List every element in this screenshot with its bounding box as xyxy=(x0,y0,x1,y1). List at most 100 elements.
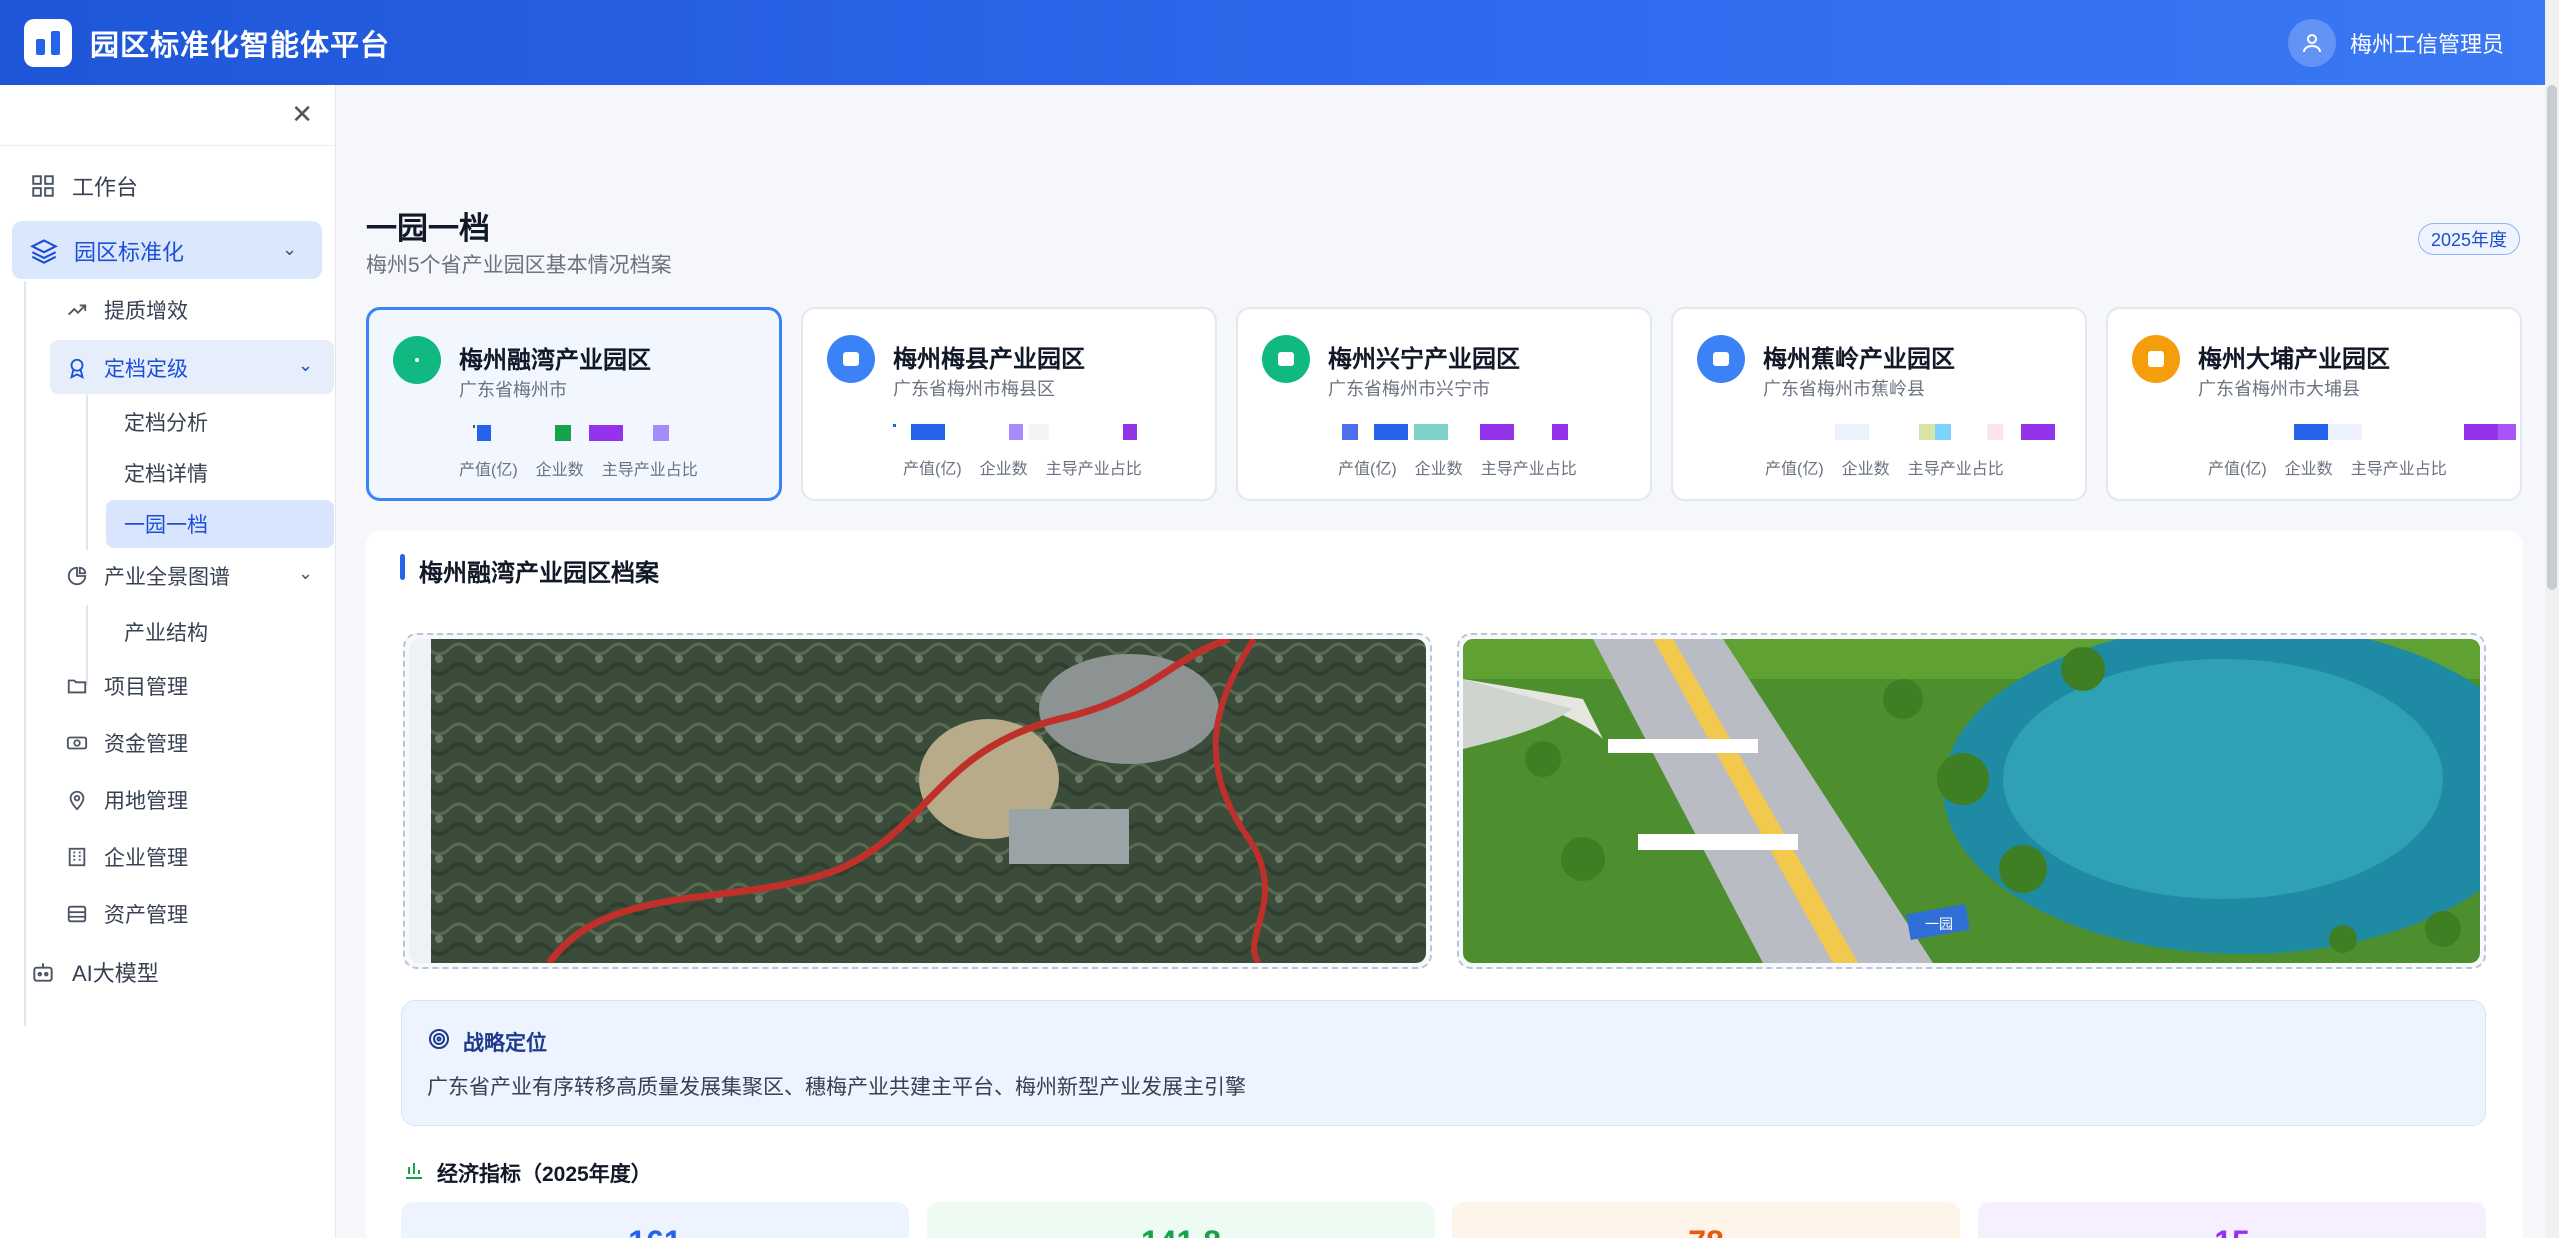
sidebar-item-industry-structure[interactable]: 产业结构 xyxy=(124,617,208,647)
map-pin-icon xyxy=(69,790,85,811)
trend-up-icon xyxy=(68,304,87,316)
app-logo-icon[interactable] xyxy=(24,18,72,67)
stat-label-output: 产值(亿) xyxy=(459,462,518,479)
sidebar-item-quality[interactable]: 提质增效 xyxy=(66,295,188,325)
metric-value: 15 xyxy=(1978,1224,2486,1238)
tree-line xyxy=(24,281,26,1026)
sidebar-item-land[interactable]: 用地管理 xyxy=(66,785,188,815)
aerial-photo-image: 一园 xyxy=(1463,639,2480,963)
park-icon xyxy=(1262,335,1310,383)
sidebar-divider xyxy=(0,145,335,146)
year-badge: 2025年度 xyxy=(2418,223,2521,255)
chevron-up-icon[interactable]: ⌄ xyxy=(282,239,297,260)
park-location: 广东省梅州市大埔县 xyxy=(2198,379,2360,399)
chevron-down-icon[interactable]: ⌄ xyxy=(298,355,313,376)
park-stat-labels: 产值(亿) 企业数 主导产业占比 xyxy=(1338,455,1577,479)
sidebar-item-label: AI大模型 xyxy=(72,961,159,986)
stat-label-companies: 企业数 xyxy=(2284,461,2333,478)
money-icon xyxy=(66,736,88,750)
chevron-down-icon[interactable]: ⌄ xyxy=(298,563,313,584)
park-icon xyxy=(393,336,441,384)
park-stat-labels: 产值(亿) 企业数 主导产业占比 xyxy=(903,455,1142,479)
stat-label-companies: 企业数 xyxy=(1414,461,1463,478)
pie-chart-icon xyxy=(67,566,87,586)
stat-label-companies: 企业数 xyxy=(979,461,1028,478)
park-name: 梅州大埔产业园区 xyxy=(2198,346,2390,373)
grid-icon xyxy=(32,175,54,197)
sidebar-item-label: 资金管理 xyxy=(104,733,188,756)
robot-icon xyxy=(33,963,53,982)
sidebar-item-label: 工作台 xyxy=(72,175,139,200)
strategy-title: 战略定位 xyxy=(463,1032,547,1055)
economic-title: 经济指标（2025年度） xyxy=(437,1163,652,1186)
sidebar-item-label: 项目管理 xyxy=(104,676,188,699)
building-icon xyxy=(68,847,86,867)
sidebar-item-label: 一园一档 xyxy=(124,514,208,537)
park-card[interactable]: 梅州梅县产业园区 广东省梅州市梅县区 产值(亿) 企业数 主导产业占比 xyxy=(801,307,1217,501)
sidebar-item-assets[interactable]: 资产管理 xyxy=(66,899,188,929)
park-stat-bars xyxy=(459,425,759,443)
app-title: 园区标准化智能体平台 xyxy=(90,29,391,62)
park-stat-bars xyxy=(1763,424,2063,442)
sidebar-item-label: 定档详情 xyxy=(124,463,208,486)
sidebar-item-label: 产业结构 xyxy=(124,622,208,645)
park-location: 广东省梅州市 xyxy=(459,380,567,400)
stat-label-ratio: 主导产业占比 xyxy=(1907,461,2004,478)
park-card[interactable]: 梅州大埔产业园区 广东省梅州市大埔县 产值(亿) 企业数 主导产业占比 xyxy=(2106,307,2522,501)
metric-value: 78 xyxy=(1452,1224,1960,1238)
park-icon xyxy=(1697,335,1745,383)
sidebar-item-industry-map[interactable]: 产业全景图谱 xyxy=(66,561,230,591)
sidebar-item-label: 定档分析 xyxy=(124,412,208,435)
park-card[interactable]: 梅州融湾产业园区 广东省梅州市 产值(亿) 企业数 主导产业占比 xyxy=(366,307,782,501)
top-bar: 园区标准化智能体平台 梅州工信管理员 xyxy=(0,0,2559,85)
sidebar-item-rating-detail[interactable]: 定档详情 xyxy=(124,458,208,488)
stat-label-ratio: 主导产业占比 xyxy=(601,462,698,479)
section-accent-bar xyxy=(400,554,405,580)
park-stat-bars xyxy=(893,424,1193,442)
sidebar-item-label: 资产管理 xyxy=(104,904,188,927)
park-name: 梅州蕉岭产业园区 xyxy=(1763,346,1955,373)
strategy-box xyxy=(401,1000,2486,1126)
sidebar-item-rating[interactable]: 定档定级 xyxy=(66,353,188,383)
park-card[interactable]: 梅州蕉岭产业园区 广东省梅州市蕉岭县 产值(亿) 企业数 主导产业占比 xyxy=(1671,307,2087,501)
tree-line xyxy=(86,395,88,550)
sidebar-item-funds[interactable]: 资金管理 xyxy=(66,728,188,758)
park-name: 梅州融湾产业园区 xyxy=(459,347,651,374)
park-icon xyxy=(2132,335,2180,383)
sidebar-item-label: 用地管理 xyxy=(104,790,188,813)
layers-icon xyxy=(30,239,58,264)
user-name: 梅州工信管理员 xyxy=(2349,31,2504,57)
park-card[interactable]: 梅州兴宁产业园区 广东省梅州市兴宁市 产值(亿) 企业数 主导产业占比 xyxy=(1236,307,1652,501)
sidebar-item-rating-analysis[interactable]: 定档分析 xyxy=(124,407,208,437)
sidebar-item-projects[interactable]: 项目管理 xyxy=(66,671,188,701)
close-icon[interactable]: ✕ xyxy=(291,101,313,127)
sidebar: ✕ 工作台 园区标准化 ⌄ 提质增效 定档定级 ⌄ 定档分析 定档详情 一园一档… xyxy=(0,85,336,1238)
page-title: 一园一档 xyxy=(366,211,490,246)
park-location: 广东省梅州市蕉岭县 xyxy=(1763,379,1925,399)
stat-label-ratio: 主导产业占比 xyxy=(1045,461,1142,478)
archive-title: 梅州融湾产业园区档案 xyxy=(419,560,659,587)
stat-label-companies: 企业数 xyxy=(535,462,584,479)
park-icon xyxy=(827,335,875,383)
satellite-map-image xyxy=(409,639,1426,963)
sidebar-item-label: 定档定级 xyxy=(104,358,188,381)
sidebar-item-one-park-one-file[interactable]: 一园一档 xyxy=(124,509,208,539)
scrollbar-thumb[interactable] xyxy=(2547,85,2557,590)
park-name: 梅州兴宁产业园区 xyxy=(1328,346,1520,373)
strategy-text: 广东省产业有序转移高质量发展集聚区、穗梅产业共建主平台、梅州新型产业发展主引擎 xyxy=(427,1076,1246,1099)
metric-value: 141.8 xyxy=(927,1224,1435,1238)
sidebar-item-ai-model[interactable]: AI大模型 xyxy=(30,956,159,988)
sidebar-item-workbench[interactable]: 工作台 xyxy=(30,170,138,202)
park-stat-labels: 产值(亿) 企业数 主导产业占比 xyxy=(2208,455,2447,479)
sidebar-item-park-standardization[interactable]: 园区标准化 xyxy=(30,235,184,267)
park-name: 梅州梅县产业园区 xyxy=(893,346,1085,373)
stat-label-ratio: 主导产业占比 xyxy=(2350,461,2447,478)
sidebar-item-label: 提质增效 xyxy=(104,300,188,323)
user-menu[interactable]: 梅州工信管理员 xyxy=(2287,0,2504,85)
bar-chart-icon xyxy=(406,1163,422,1179)
aerial-photo-frame[interactable]: 一园 xyxy=(1457,633,2486,969)
satellite-map-frame[interactable] xyxy=(403,633,1432,969)
sidebar-item-enterprises[interactable]: 企业管理 xyxy=(66,842,188,872)
stat-label-output: 产值(亿) xyxy=(2208,461,2267,478)
park-stat-bars xyxy=(1328,424,1628,442)
